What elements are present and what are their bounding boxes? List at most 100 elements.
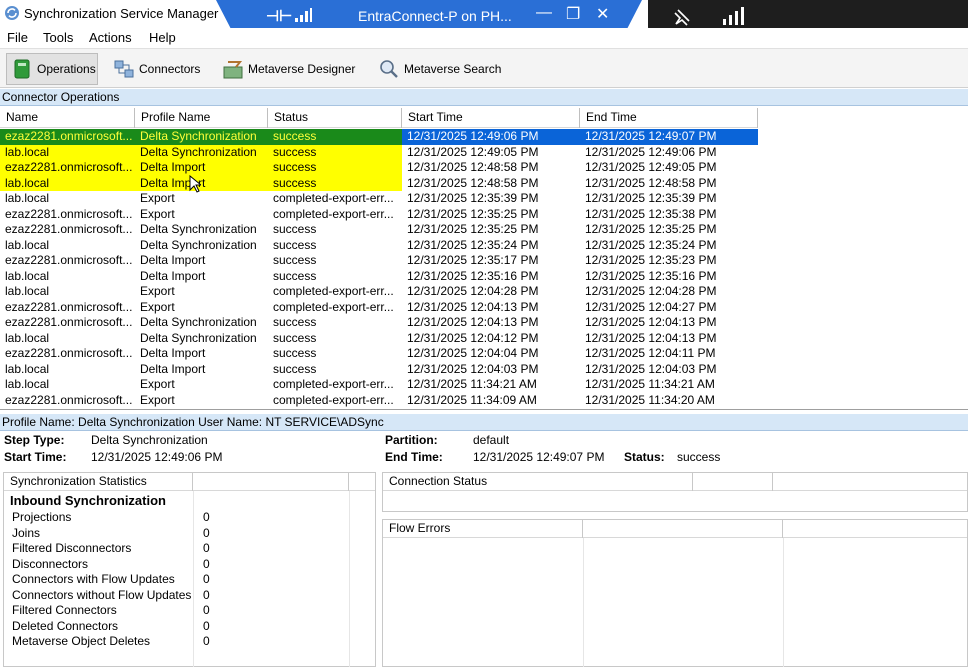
- metaverse-designer-button[interactable]: Metaverse Designer: [222, 53, 364, 85]
- restore-icon[interactable]: ❐: [566, 4, 580, 24]
- table-cell: 12/31/2025 12:35:24 PM: [407, 237, 539, 252]
- menu-help[interactable]: Help: [149, 30, 176, 45]
- table-cell: Delta Synchronization: [140, 315, 257, 329]
- status-label: Status:: [624, 450, 665, 464]
- stat-value: 0: [203, 525, 210, 540]
- stat-label: Connectors with Flow Updates: [12, 572, 175, 586]
- table-cell: completed-export-err...: [273, 206, 394, 221]
- unpin-icon[interactable]: [672, 7, 692, 27]
- table-row[interactable]: lab.local Delta Synchronization success 12/…: [0, 144, 758, 160]
- stat-row[interactable]: Metaverse Object Deletes 0: [4, 634, 349, 650]
- table-row[interactable]: ezaz2281.onmicrosoft... Delta Import succe…: [0, 160, 758, 176]
- column-divider: [349, 491, 350, 667]
- stat-row[interactable]: Filtered Disconnectors 0: [4, 541, 349, 557]
- connection-status-column-2[interactable]: [693, 473, 773, 491]
- metaverse-designer-icon: [223, 61, 243, 79]
- table-row[interactable]: ezaz2281.onmicrosoft... Delta Import succe…: [0, 253, 758, 269]
- table-row[interactable]: ezaz2281.onmicrosoft... Export completed-e…: [0, 207, 758, 223]
- table-cell: 12/31/2025 12:04:04 PM: [407, 346, 539, 360]
- table-row[interactable]: ezaz2281.onmicrosoft... Delta Synchroniza…: [0, 222, 758, 238]
- table-cell: 12/31/2025 12:35:23 PM: [585, 253, 717, 267]
- table-row[interactable]: lab.local Delta Import success 12/31/2025 1…: [0, 175, 758, 191]
- flow-errors-column-2[interactable]: [583, 520, 783, 538]
- metaverse-search-button[interactable]: Metaverse Search: [378, 53, 510, 85]
- table-cell: 12/31/2025 11:34:21 AM: [407, 377, 537, 391]
- table-cell: 12/31/2025 12:48:58 PM: [407, 175, 539, 190]
- stat-row[interactable]: Projections 0: [4, 510, 349, 526]
- table-cell: 12/31/2025 12:49:06 PM: [402, 129, 580, 145]
- metaverse-search-icon: [380, 60, 398, 78]
- signal-bars-icon[interactable]: [722, 7, 746, 25]
- column-header-status[interactable]: Status: [268, 108, 402, 128]
- table-row[interactable]: lab.local Delta Import success 12/31/2025 1…: [0, 362, 758, 378]
- column-header-end-time[interactable]: End Time: [580, 108, 758, 128]
- status-value: success: [677, 450, 721, 464]
- table-cell: completed-export-err...: [273, 284, 394, 298]
- table-row[interactable]: lab.local Delta Synchronization success 12/…: [0, 331, 758, 347]
- table-row[interactable]: lab.local Export completed-export-err... 12…: [0, 377, 758, 393]
- table-cell: 12/31/2025 12:35:39 PM: [585, 191, 717, 205]
- metaverse-search-label: Metaverse Search: [404, 62, 502, 76]
- operations-button[interactable]: Operations: [6, 53, 98, 85]
- table-row[interactable]: ezaz2281.onmicrosoft... Delta Import succe…: [0, 346, 758, 362]
- operation-details: Step Type: Delta Synchronization Start T…: [0, 431, 968, 469]
- column-header-profile-name[interactable]: Profile Name: [135, 108, 268, 128]
- column-divider: [783, 538, 784, 667]
- table-cell: Delta Import: [140, 268, 206, 283]
- table-cell: Delta Synchronization: [135, 144, 268, 160]
- table-row[interactable]: ezaz2281.onmicrosoft... Delta Synchroniza…: [0, 315, 758, 331]
- menu-actions[interactable]: Actions: [89, 30, 132, 45]
- table-cell: Export: [140, 191, 175, 205]
- sync-statistics-value-column[interactable]: [193, 473, 349, 491]
- stat-row[interactable]: Disconnectors 0: [4, 557, 349, 573]
- column-divider: [583, 538, 584, 667]
- menu-tools[interactable]: Tools: [43, 30, 73, 45]
- table-row[interactable]: ezaz2281.onmicrosoft... Delta Synchroniza…: [0, 129, 758, 145]
- stat-row[interactable]: Joins 0: [4, 526, 349, 542]
- table-row[interactable]: lab.local Export completed-export-err... 12…: [0, 284, 758, 300]
- connectors-button[interactable]: Connectors: [113, 53, 209, 85]
- menu-file[interactable]: File: [7, 30, 28, 45]
- stat-row[interactable]: Connectors with Flow Updates 0: [4, 572, 349, 588]
- mouse-cursor-icon: [189, 175, 201, 193]
- connection-status-column[interactable]: Connection Status: [383, 473, 693, 491]
- connector-operations-grid[interactable]: Name Profile Name Status Start Time End …: [0, 108, 968, 410]
- stat-row[interactable]: Deleted Connectors 0: [4, 619, 349, 635]
- column-header-name[interactable]: Name: [0, 108, 135, 128]
- sync-statistics-column[interactable]: Synchronization Statistics: [4, 473, 193, 491]
- table-cell: success: [273, 268, 317, 283]
- menu-bar: File Tools Actions Help: [0, 28, 968, 48]
- signal-strength-icon[interactable]: [294, 8, 312, 22]
- start-time-label: Start Time:: [4, 450, 67, 464]
- close-icon[interactable]: ✕: [596, 4, 609, 24]
- sync-statistics-header: Synchronization Statistics: [4, 473, 375, 491]
- table-row[interactable]: ezaz2281.onmicrosoft... Export completed-e…: [0, 393, 758, 409]
- table-cell: lab.local: [5, 361, 50, 376]
- table-row[interactable]: lab.local Export completed-export-err... 12…: [0, 191, 758, 207]
- column-header-start-time[interactable]: Start Time: [402, 108, 580, 128]
- table-cell: Delta Import: [135, 175, 268, 191]
- table-cell: ezaz2281.onmicrosoft...: [5, 392, 133, 407]
- pin-icon[interactable]: ⊣⊢: [266, 7, 292, 25]
- stat-row[interactable]: Connectors without Flow Updates 0: [4, 588, 349, 604]
- flow-errors-panel[interactable]: Flow Errors: [382, 519, 968, 667]
- table-cell: success: [273, 361, 317, 376]
- stat-row[interactable]: Filtered Connectors 0: [4, 603, 349, 619]
- table-cell: 12/31/2025 12:48:58 PM: [407, 160, 539, 174]
- table-cell: lab.local: [5, 377, 50, 391]
- stat-label: Connectors without Flow Updates: [12, 587, 192, 602]
- table-row[interactable]: ezaz2281.onmicrosoft... Export completed-e…: [0, 300, 758, 316]
- table-row[interactable]: lab.local Delta Synchronization success 12/…: [0, 238, 758, 254]
- table-cell: 12/31/2025 12:49:07 PM: [580, 129, 758, 145]
- table-cell: 12/31/2025 12:35:16 PM: [407, 268, 539, 283]
- table-cell: success: [268, 144, 402, 160]
- toolbar: Operations Connectors Metaverse Designer…: [0, 48, 968, 88]
- sync-statistics-panel[interactable]: Synchronization Statistics Inbound Synch…: [3, 472, 376, 667]
- table-row[interactable]: lab.local Delta Import success 12/31/2025 1…: [0, 269, 758, 285]
- flow-errors-column[interactable]: Flow Errors: [383, 520, 583, 538]
- inbound-sync-group: Inbound Synchronization: [10, 493, 166, 508]
- connection-status-panel[interactable]: Connection Status: [382, 472, 968, 512]
- table-cell: success: [273, 346, 317, 360]
- minimize-icon[interactable]: —: [536, 4, 552, 22]
- connectors-icon: [114, 60, 134, 78]
